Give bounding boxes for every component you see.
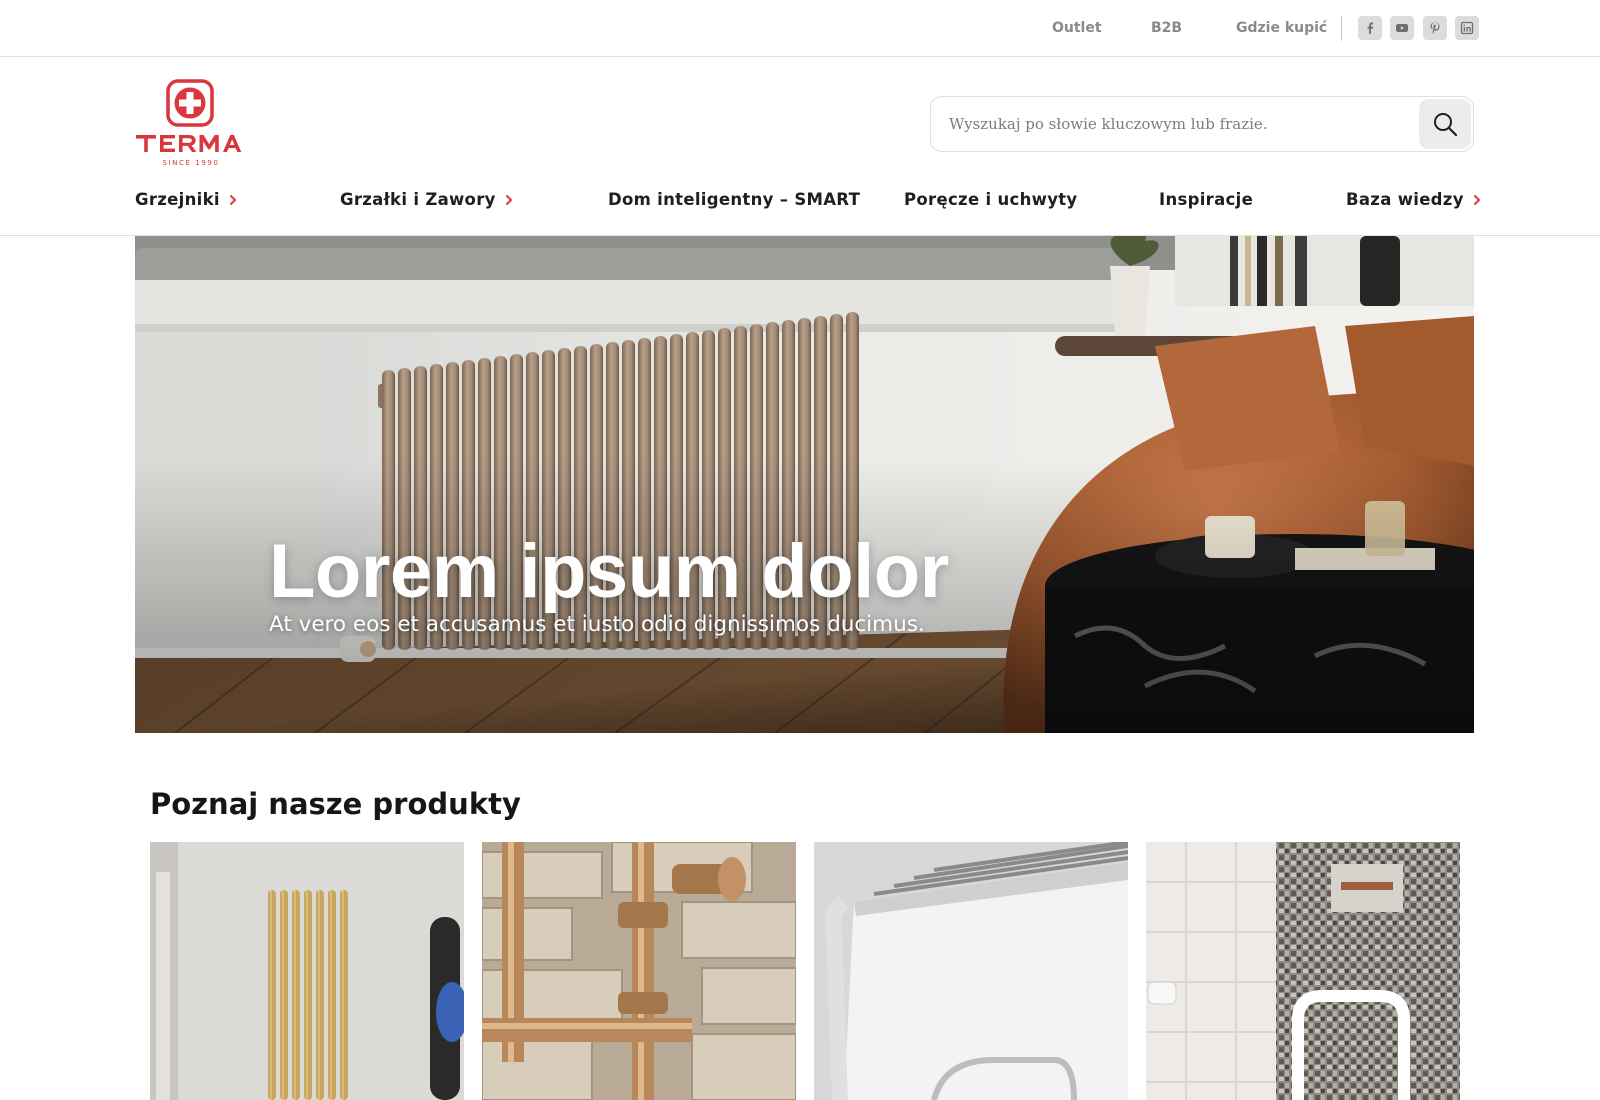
search-button[interactable] [1419,99,1471,149]
nav-item-inspirations[interactable]: Inspiracje [1159,190,1253,209]
facebook-icon[interactable] [1358,16,1382,40]
chevron-right-icon [229,194,237,205]
nav-item-grab-bars[interactable]: Poręcze i uchwyty [904,190,1078,209]
grab-bar-photo [1146,842,1460,1100]
search-bar [930,96,1474,152]
nav-item-heaters-valves[interactable]: Grzałki i Zawory [340,190,513,209]
outlet-link[interactable]: Outlet [1052,20,1102,36]
nav-label: Baza wiedzy [1346,190,1464,209]
b2b-link[interactable]: B2B [1151,20,1182,36]
nav-label: Inspiracje [1159,190,1254,209]
nav-label: Poręcze i uchwyty [904,190,1078,209]
product-card-smart-home[interactable] [814,842,1128,1100]
nav-item-radiators[interactable]: Grzejniki [135,190,237,209]
hero-image [135,236,1474,733]
search-input[interactable] [949,97,1389,151]
product-card-heaters-valves[interactable] [482,842,796,1100]
nav-label: Dom inteligentny – SMART [608,190,861,209]
where-to-buy-link[interactable]: Gdzie kupić [1236,20,1327,36]
top-divider [1341,16,1342,41]
product-card-radiators[interactable] [150,842,464,1100]
terma-logo[interactable]: SINCE 1990 [135,79,247,167]
hero-subtitle: At vero eos et accusamus et iusto odio d… [269,612,925,637]
chevron-right-icon [505,194,513,205]
pinterest-icon[interactable] [1423,16,1447,40]
copper-pipes-photo [482,842,796,1100]
product-card-grab-bars[interactable] [1146,842,1460,1100]
nav-label: Grzałki i Zawory [340,190,496,209]
youtube-icon[interactable] [1390,16,1414,40]
hero-banner[interactable]: Lorem ipsum dolor At vero eos et accusam… [135,236,1474,733]
search-icon [1434,113,1458,137]
nav-label: Grzejniki [135,190,220,209]
linkedin-icon[interactable] [1455,16,1479,40]
nav-item-smart-home[interactable]: Dom inteligentny – SMART [608,190,860,209]
top-bar: Outlet B2B Gdzie kupić [0,0,1600,57]
nav-item-knowledge-base[interactable]: Baza wiedzy [1346,190,1481,209]
products-heading: Poznaj nasze produkty [150,787,521,821]
logo-tagline: SINCE 1990 [162,159,219,167]
chevron-right-icon [1473,194,1481,205]
main-nav: Grzejniki Grzałki i Zawory Dom inteligen… [0,178,1600,236]
gold-radiator-photo [150,842,464,1100]
hero-title: Lorem ipsum dolor [269,529,949,614]
white-radiator-photo [814,842,1128,1100]
